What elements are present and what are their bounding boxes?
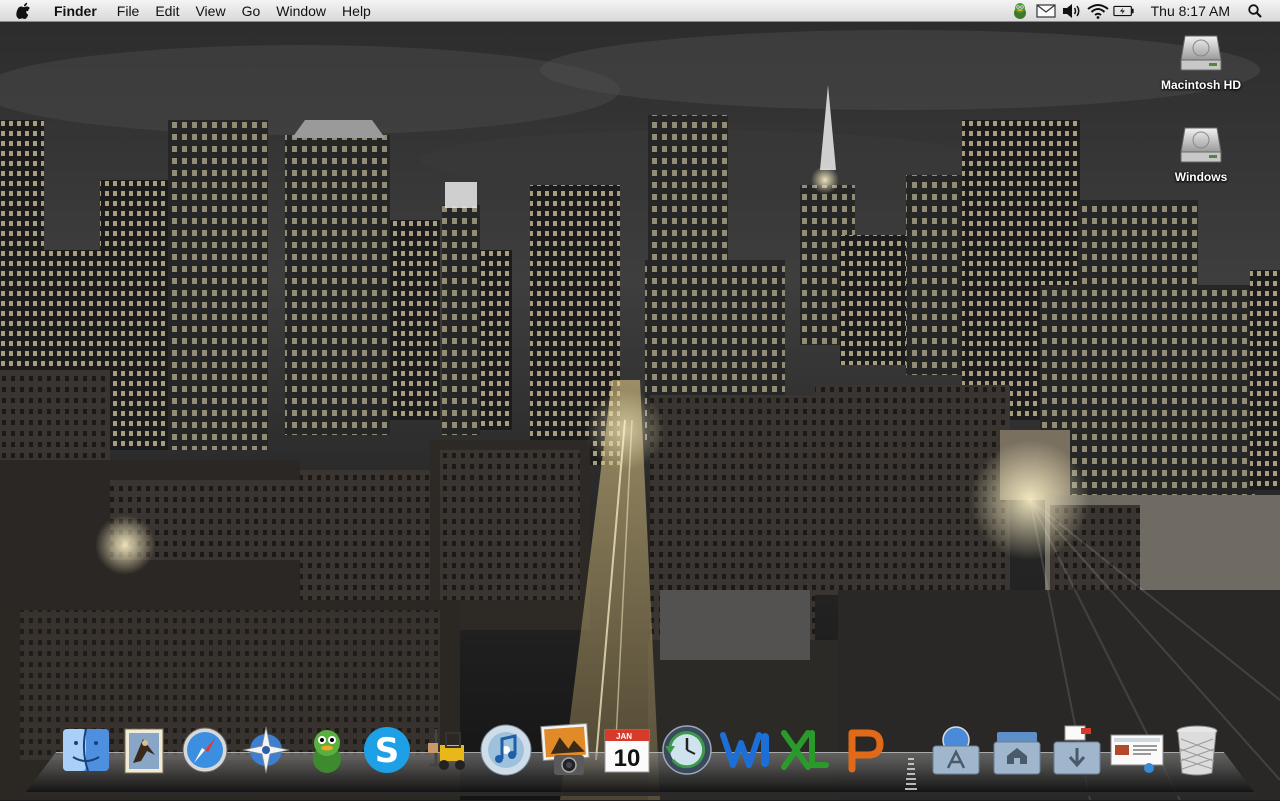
- dock-downloads-stack[interactable]: [1050, 722, 1104, 778]
- itunes-icon: [479, 723, 533, 777]
- excel-icon: [778, 725, 832, 775]
- finder-icon: [61, 725, 111, 775]
- adium-icon[interactable]: [1009, 0, 1031, 22]
- camino-icon: [241, 725, 291, 775]
- dock-trash[interactable]: [1170, 722, 1224, 778]
- dock-itunes[interactable]: [479, 722, 533, 778]
- ical-icon: JAN 10: [602, 725, 652, 775]
- wifi-icon[interactable]: [1086, 0, 1109, 22]
- dock-iphoto[interactable]: [539, 722, 593, 778]
- dock-camino[interactable]: [239, 722, 293, 778]
- menu-file[interactable]: File: [109, 0, 148, 22]
- menu-extras: Thu 8:17 AM: [1007, 0, 1280, 22]
- trash-icon: [1172, 723, 1222, 777]
- menu-view[interactable]: View: [187, 0, 233, 22]
- dock-excel[interactable]: [778, 722, 832, 778]
- safari-icon: [180, 725, 230, 775]
- dock-mail[interactable]: [117, 722, 171, 778]
- powerpoint-icon: [840, 725, 890, 775]
- dock-applications-stack[interactable]: [929, 722, 983, 778]
- mail-icon[interactable]: [1035, 0, 1057, 22]
- adium-icon: [302, 725, 352, 775]
- volume-icon[interactable]: [1061, 0, 1083, 22]
- menu-go[interactable]: Go: [234, 0, 269, 22]
- spotlight-icon[interactable]: [1244, 0, 1266, 22]
- dock-adium[interactable]: [300, 722, 354, 778]
- desktop-wallpaper: [0, 0, 1280, 800]
- dock-time-machine[interactable]: [660, 722, 714, 778]
- mail-icon: [119, 725, 169, 775]
- dock-safari[interactable]: [178, 722, 232, 778]
- home-folder-icon: [991, 724, 1043, 776]
- dock-home-stack[interactable]: [990, 722, 1044, 778]
- svg-text:S: S: [375, 731, 400, 771]
- ical-day: 10: [614, 745, 641, 772]
- dock-transmit[interactable]: [424, 722, 478, 778]
- dock-powerpoint[interactable]: [838, 722, 892, 778]
- desktop-icon-macintosh-hd[interactable]: Macintosh HD: [1153, 30, 1249, 92]
- menu-app-name[interactable]: Finder: [46, 0, 105, 22]
- downloads-folder-icon: [1051, 724, 1103, 776]
- menu-bar: Finder File Edit View Go Window Help Thu…: [0, 0, 1280, 22]
- transmit-icon: [426, 725, 476, 775]
- desktop-icon-label: Macintosh HD: [1160, 78, 1241, 92]
- apple-icon[interactable]: [16, 2, 36, 19]
- menu-clock[interactable]: Thu 8:17 AM: [1137, 3, 1242, 19]
- dock: S JAN 10: [0, 722, 1280, 782]
- desktop-icon-label: Windows: [1174, 170, 1228, 184]
- dock-word[interactable]: [720, 722, 774, 778]
- dock-finder[interactable]: [59, 722, 113, 778]
- menu-edit[interactable]: Edit: [147, 0, 187, 22]
- applications-folder-icon: [930, 724, 982, 776]
- desktop-icon-windows[interactable]: Windows: [1153, 122, 1249, 184]
- hard-drive-icon: [1179, 30, 1223, 74]
- dock-skype[interactable]: S: [360, 722, 414, 778]
- screenshot-document-icon: [1109, 725, 1165, 775]
- menu-window[interactable]: Window: [268, 0, 334, 22]
- skype-icon: S: [361, 724, 413, 776]
- battery-icon[interactable]: [1112, 0, 1135, 22]
- ical-month: JAN: [616, 732, 632, 741]
- iphoto-icon: [538, 723, 594, 777]
- dock-document-stack[interactable]: [1110, 722, 1164, 778]
- dock-ical[interactable]: JAN 10: [600, 722, 654, 778]
- word-icon: [719, 725, 775, 775]
- time-machine-icon: [661, 724, 713, 776]
- hard-drive-icon: [1179, 122, 1223, 166]
- menu-help[interactable]: Help: [334, 0, 379, 22]
